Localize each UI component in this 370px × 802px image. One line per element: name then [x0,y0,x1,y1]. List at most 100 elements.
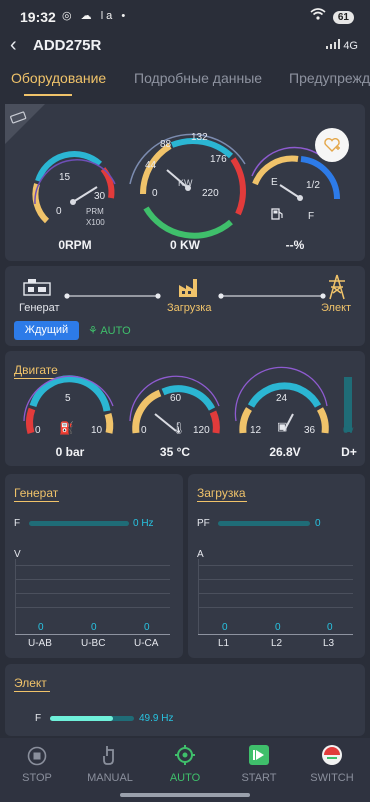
flow-mains-label: Элект [321,302,352,314]
kw-tick-44: 44 [145,160,157,171]
flow-load-label: Загрузка [167,302,212,314]
hand-pointer-icon [103,746,114,765]
fuel-tick-full: F [308,211,315,222]
auto-gear-icon [175,745,195,765]
signal-indicator: 4G [326,39,358,52]
nav-auto-label: AUTO [169,772,201,784]
stop-icon [27,746,47,766]
coolant-temp-value: 35 °C [159,445,191,459]
x-axis [198,634,353,635]
flow-generator-label: Генерат [19,302,60,314]
battery-tick-36: 36 [304,425,316,436]
y-axis [15,559,16,634]
temp-tick-60: 60 [170,393,182,404]
generator-f-label: F [14,518,21,529]
favorite-button[interactable] [315,128,349,162]
fuel-value: --% [285,238,305,252]
kw-tick-0: 0 [152,188,158,199]
home-indicator[interactable] [120,793,250,797]
thermometer-icon: 🌡 [171,421,187,435]
rpm-value: 0RPM [58,238,92,252]
x-axis [15,634,170,635]
grid-line [198,565,353,566]
u-ca-value: 0 [144,622,150,633]
generator-panel: Генерат F 0 Hz V 0 0 0 U-AB U-BC U-CA [5,474,183,658]
rpm-tick-0: 0 [56,206,62,217]
nav-manual[interactable]: MANUAL [80,738,140,794]
nav-manual-label: MANUAL [87,772,133,784]
grid-line [15,593,170,594]
signal-bars-icon [326,39,341,49]
oil-tick-10: 10 [91,425,103,436]
load-pf-value: 0 [315,518,321,529]
nav-auto[interactable]: AUTO [155,738,215,794]
back-arrow-icon[interactable]: ‹ [10,34,17,57]
battery-tick-12: 12 [250,425,262,436]
kw-tick-132: 132 [191,132,208,143]
fuel-tick-half: 1/2 [306,180,320,191]
generator-frequency-value: 0 Hz [133,518,154,529]
nav-stop-label: STOP [22,772,52,784]
network-type: 4G [343,40,358,52]
tab-bar: Оборудование Подробные данные Предупрежд [0,64,370,100]
rpm-unit-multiplier: X100 [86,218,105,227]
u-ca-label: U-CA [134,638,159,649]
rpm-tick-15: 15 [59,172,71,183]
oil-tick-0: 0 [35,425,41,436]
heart-plus-icon [324,138,340,152]
engine-card: Двигате 0 5 10 ⛽ 0 bar 0 60 120 🌡 35 °C … [5,351,365,466]
mains-panel: Элект F 49.9 Hz [5,664,365,736]
battery-icon: ▣ [277,421,288,433]
mode-indicator: ⚘ AUTO [88,324,131,337]
tab-warnings[interactable]: Предупрежд [289,70,370,86]
l3-value: 0 [327,622,333,633]
grid-line [15,565,170,566]
mains-frequency-fill [50,716,113,721]
nav-switch[interactable]: SWITCH [302,738,362,794]
fuel-pump-icon [271,208,283,220]
mains-title: Элект [14,676,47,690]
status-right: 61 [310,8,354,24]
load-panel: Загрузка PF 0 A 0 0 0 L1 L2 L3 [188,474,365,658]
nav-start-label: START [241,772,277,784]
temp-tick-0: 0 [141,425,147,436]
u-bc-label: U-BC [81,638,106,649]
grid-line [15,579,170,580]
generator-title-underline [14,501,59,502]
status-time: 19:32 [20,9,56,25]
active-tab-indicator [24,94,72,96]
kw-tick-176: 176 [210,154,227,165]
status-button[interactable]: Ждущий [14,321,79,340]
page-title: ADD275R [33,37,102,54]
nav-switch-label: SWITCH [310,772,354,784]
kw-value: 0 KW [170,238,200,252]
dplus-tick: 0v [343,425,354,436]
y-axis [198,559,199,634]
generator-icon [23,279,51,296]
mode-label: AUTO [100,325,131,337]
nav-stop[interactable]: STOP [7,738,67,794]
status-bar: 19:32 ◎ ☁ la • 61 [0,0,370,32]
u-bc-value: 0 [91,622,97,633]
power-tower-icon [329,274,345,300]
load-title-underline [197,501,247,502]
mains-frequency-value: 49.9 Hz [139,713,174,724]
tab-details[interactable]: Подробные данные [134,70,262,86]
mains-f-label: F [35,713,42,724]
temp-tick-120: 120 [193,425,210,436]
tab-equipment[interactable]: Оборудование [11,70,106,86]
l2-label: L2 [271,638,283,649]
generator-frequency-bar [29,521,129,526]
l1-value: 0 [222,622,228,633]
oil-tick-5: 5 [65,393,71,404]
l3-label: L3 [323,638,335,649]
load-pf-label: PF [197,518,210,529]
nav-start[interactable]: START [229,738,289,794]
rpm-unit: PRM [86,207,104,216]
switch-icon [322,745,342,765]
notification-icons: ◎ ☁ la • [62,10,129,22]
oil-can-icon: ⛽ [59,421,74,435]
title-bar: ‹ ADD275R 4G [0,32,370,60]
oil-pressure-value: 0 bar [55,445,85,459]
grid-line [198,607,353,608]
